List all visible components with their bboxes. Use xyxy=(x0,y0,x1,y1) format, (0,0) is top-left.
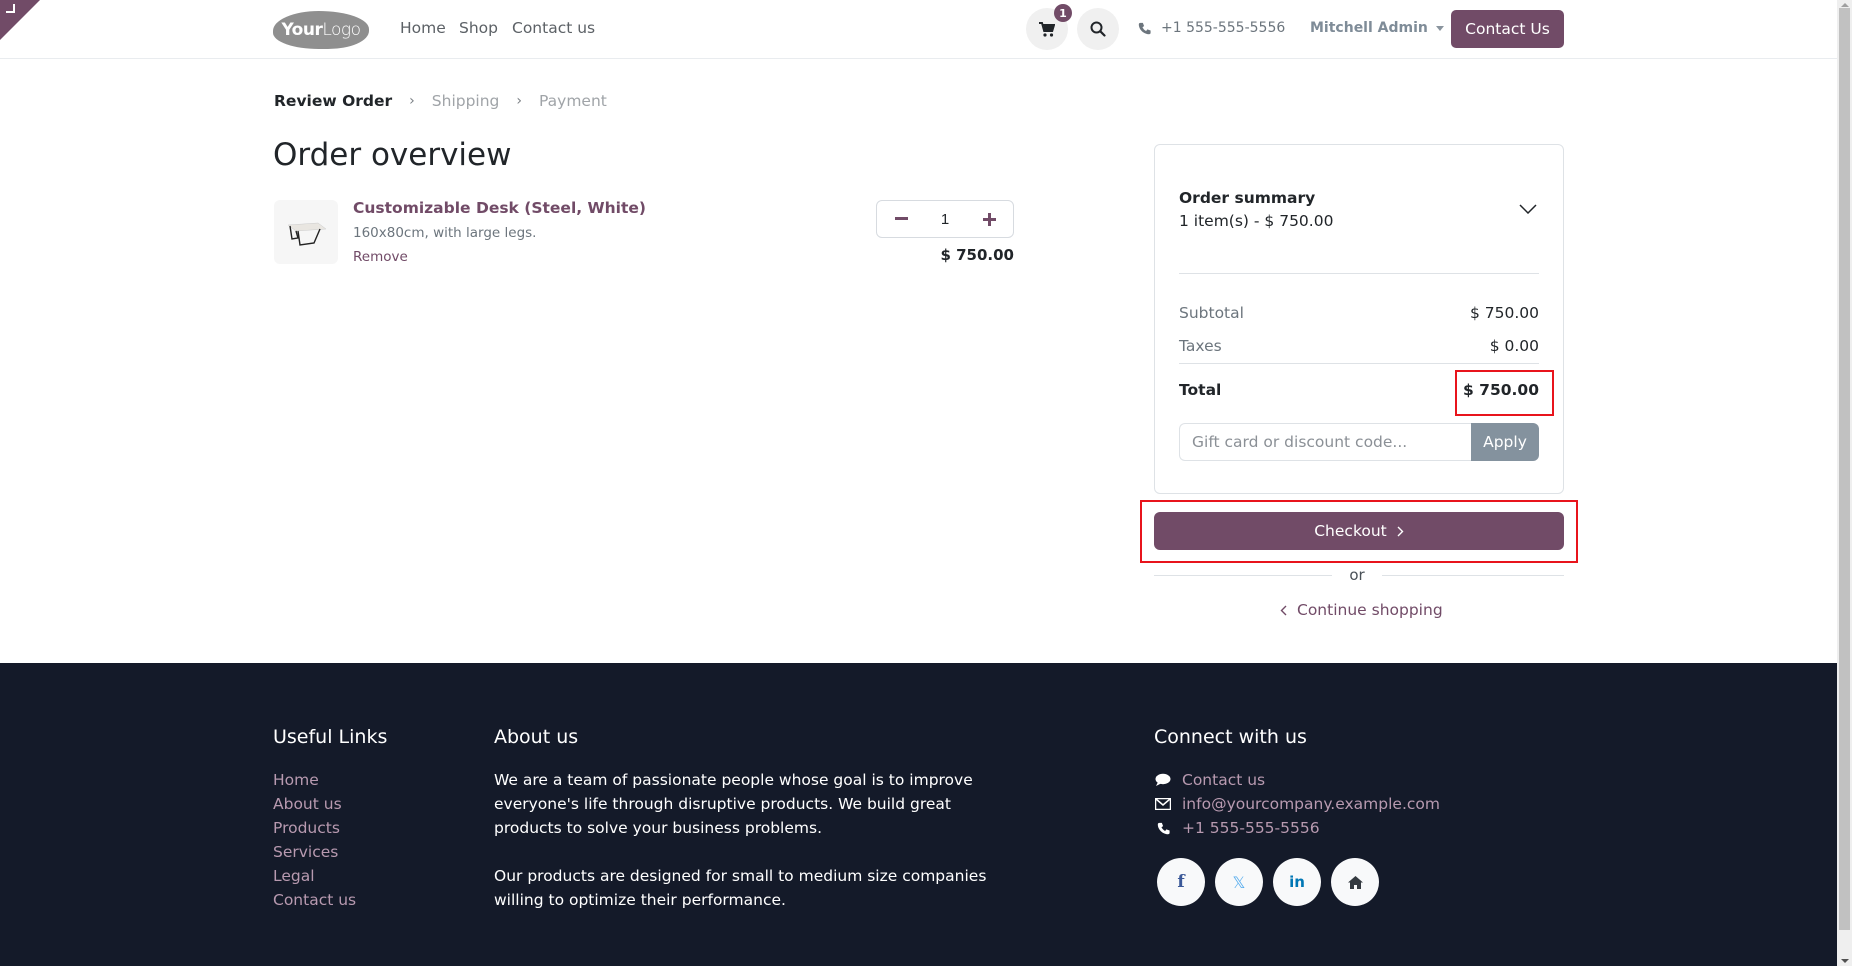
logo-bold-text: Your xyxy=(281,20,323,40)
x-twitter-button[interactable]: 𝕏 xyxy=(1215,858,1263,906)
quantity-input[interactable] xyxy=(925,210,965,228)
phone-icon xyxy=(1138,22,1151,34)
or-text: or xyxy=(1349,566,1365,584)
subtotal-row: Subtotal $ 750.00 xyxy=(1179,304,1539,322)
subtotal-value: $ 750.00 xyxy=(1469,304,1539,322)
linkedin-icon: in xyxy=(1289,873,1305,891)
order-summary-items: 1 item(s) - $ 750.00 xyxy=(1179,212,1334,230)
logo-light-text: Logo xyxy=(322,20,361,40)
remove-line-link[interactable]: Remove xyxy=(353,249,408,265)
highlight-total xyxy=(1455,370,1554,416)
footer-phone-link[interactable]: +1 555-555-5556 xyxy=(1154,816,1440,840)
continue-shopping-link[interactable]: Continue shopping xyxy=(1280,601,1443,619)
page-scrollbar[interactable] xyxy=(1837,0,1852,966)
total-label: Total xyxy=(1179,381,1222,399)
footer-link-products[interactable]: Products xyxy=(273,816,356,840)
minus-icon xyxy=(894,217,908,220)
summary-divider xyxy=(1179,363,1539,364)
footer-link-legal[interactable]: Legal xyxy=(273,864,356,888)
order-summary-card: Order summary 1 item(s) - $ 750.00 Subto… xyxy=(1154,144,1564,494)
page-title: Order overview xyxy=(273,137,512,173)
cart-icon xyxy=(1039,21,1055,37)
connect-title: Connect with us xyxy=(1154,726,1307,748)
coupon-input[interactable] xyxy=(1179,423,1471,461)
apply-coupon-button[interactable]: Apply xyxy=(1471,423,1539,461)
decrease-quantity-button[interactable] xyxy=(889,207,913,231)
footer-phone: +1 555-555-5556 xyxy=(1182,819,1320,837)
site-logo[interactable]: Your Logo xyxy=(273,11,369,49)
header-phone-number: +1 555-555-5556 xyxy=(1161,20,1286,36)
product-name-link[interactable]: Customizable Desk (Steel, White) xyxy=(353,199,646,217)
chevron-right-icon: › xyxy=(409,93,415,109)
taxes-value: $ 0.00 xyxy=(1489,337,1539,355)
step-payment: Payment xyxy=(539,92,607,110)
chevron-left-icon xyxy=(1280,605,1287,615)
about-title: About us xyxy=(494,726,579,748)
site-footer: Useful Links Home About us Products Serv… xyxy=(0,663,1837,966)
nav-contact-us[interactable]: Contact us xyxy=(512,19,595,37)
footer-email-link[interactable]: info@yourcompany.example.com xyxy=(1154,792,1440,816)
about-paragraph: Our products are designed for small to m… xyxy=(494,867,987,909)
taxes-row: Taxes $ 0.00 xyxy=(1179,337,1539,355)
summary-divider xyxy=(1179,273,1539,274)
phone-icon xyxy=(1154,822,1172,835)
footer-link-services[interactable]: Services xyxy=(273,840,356,864)
user-name: Mitchell Admin xyxy=(1310,20,1428,36)
footer-link-about[interactable]: About us xyxy=(273,792,356,816)
scroll-up-arrow[interactable] xyxy=(1841,3,1849,7)
connect-list: Contact us info@yourcompany.example.com … xyxy=(1154,768,1440,840)
increase-quantity-button[interactable] xyxy=(977,207,1001,231)
header-phone[interactable]: +1 555-555-5556 xyxy=(1138,20,1285,36)
or-divider-left xyxy=(1154,575,1332,576)
scroll-down-arrow[interactable] xyxy=(1841,959,1849,963)
step-review-order: Review Order xyxy=(274,92,393,110)
envelope-icon xyxy=(1154,798,1172,810)
highlight-checkout xyxy=(1140,500,1578,563)
user-menu[interactable]: Mitchell Admin xyxy=(1310,20,1444,36)
chevron-right-icon: › xyxy=(516,93,523,109)
chevron-down-icon[interactable] xyxy=(1519,199,1537,218)
footer-link-home[interactable]: Home xyxy=(273,768,356,792)
social-links: f 𝕏 in xyxy=(1157,858,1379,906)
footer-email: info@yourcompany.example.com xyxy=(1182,795,1440,813)
contact-us-button[interactable]: Contact Us xyxy=(1451,10,1564,48)
caret-down-icon xyxy=(1435,25,1444,31)
order-summary-title: Order summary xyxy=(1179,189,1316,207)
useful-links-title: Useful Links xyxy=(273,726,388,748)
taxes-label: Taxes xyxy=(1179,337,1222,355)
home-icon xyxy=(1347,875,1363,889)
product-image[interactable] xyxy=(274,200,338,264)
search-button[interactable] xyxy=(1077,8,1119,50)
x-icon: 𝕏 xyxy=(1232,872,1246,892)
facebook-icon: f xyxy=(1177,872,1185,892)
linkedin-button[interactable]: in xyxy=(1273,858,1321,906)
product-description: 160x80cm, with large legs. xyxy=(353,225,537,241)
footer-contact-link[interactable]: Contact us xyxy=(1154,768,1440,792)
about-text: We are a team of passionate people whose… xyxy=(494,768,1014,912)
continue-shopping-label: Continue shopping xyxy=(1297,601,1443,619)
step-shipping: Shipping xyxy=(431,92,500,110)
or-divider-right xyxy=(1382,575,1564,576)
subtotal-label: Subtotal xyxy=(1179,304,1244,322)
useful-links-list: Home About us Products Services Legal Co… xyxy=(273,768,356,912)
coupon-form: Apply xyxy=(1179,423,1539,461)
checkout-steps: Review Order › Shipping › Payment xyxy=(274,92,607,110)
cart-count-badge: 1 xyxy=(1054,4,1072,22)
scrollbar-thumb[interactable] xyxy=(1839,8,1850,930)
search-icon xyxy=(1090,21,1106,37)
footer-contact-label: Contact us xyxy=(1182,771,1266,789)
quantity-stepper xyxy=(876,200,1014,238)
plus-icon xyxy=(982,212,996,226)
nav-shop[interactable]: Shop xyxy=(459,19,498,37)
nav-home[interactable]: Home xyxy=(400,19,446,37)
footer-link-contact[interactable]: Contact us xyxy=(273,888,356,912)
about-paragraph: We are a team of passionate people whose… xyxy=(494,771,973,837)
line-price: $ 750.00 xyxy=(940,246,1014,264)
desk-icon xyxy=(287,222,327,246)
comment-icon xyxy=(1154,773,1172,787)
facebook-button[interactable]: f xyxy=(1157,858,1205,906)
home-button[interactable] xyxy=(1331,858,1379,906)
site-header: Your Logo Home Shop Contact us 1 +1 555-5… xyxy=(0,0,1837,59)
corner-icon xyxy=(6,4,15,13)
